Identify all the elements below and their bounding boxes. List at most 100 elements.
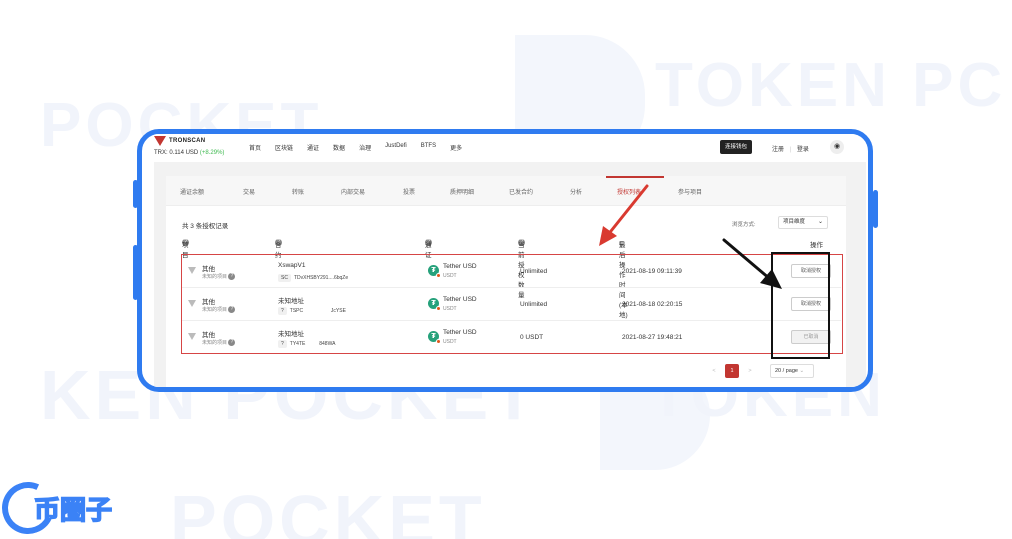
tron-badge-icon — [436, 339, 441, 344]
approval-amount: 0 USDT — [520, 334, 544, 341]
trx-price: TRX: 0.114 USD (+8.29%) — [154, 150, 224, 156]
brand-logo: 币圈子 — [0, 474, 113, 539]
approval-count: 共 3 条授权记录 — [182, 223, 229, 230]
nav-item-governance[interactable]: 治理 — [359, 143, 371, 152]
last-operation-time: 2021-08-18 02:20:15 — [622, 301, 683, 308]
nav-item-btfs[interactable]: BTFS — [421, 143, 436, 152]
view-mode-value: 项目维度 — [783, 219, 806, 225]
token-name[interactable]: Tether USD — [443, 329, 477, 336]
approval-amount: Unlimited — [520, 301, 548, 308]
tron-badge-icon — [436, 306, 441, 311]
address-tag: ? — [278, 306, 287, 315]
table-row: 其他 未知的项目 ? 未知地址 ? TY4TE 848WA ₮ Tether U… — [182, 321, 841, 354]
address-tag: ? — [278, 339, 287, 348]
project-sub-label: 未知的项目 — [202, 307, 228, 313]
top-navigation: TRONSCAN TRX: 0.114 USD (+8.29%) 首页 区块链 … — [154, 134, 866, 162]
page-size-value: 20 / page — [775, 368, 798, 374]
last-operation-time: 2021-08-19 09:11:39 — [622, 268, 682, 275]
auth-links: 注册 | 登录 — [772, 144, 809, 153]
token-symbol: USDT — [443, 306, 457, 312]
main-nav: 首页 区块链 通证 数据 治理 JustDefi BTFS 更多 — [249, 143, 476, 152]
project-icon — [188, 267, 196, 274]
tronscan-logo[interactable]: TRONSCAN — [154, 136, 205, 146]
contract-name[interactable]: XswapV1 — [278, 262, 305, 269]
project-name: 其他 — [202, 266, 215, 273]
tab-contracts[interactable]: 已发合约 — [509, 187, 533, 196]
contract-name[interactable]: 未知地址 — [278, 328, 304, 338]
view-mode-select[interactable]: 项目维度 ⌄ — [778, 216, 828, 229]
tab-token-balance[interactable]: 通证余额 — [180, 187, 204, 196]
last-operation-time: 2021-08-27 19:48:21 — [622, 334, 683, 341]
account-card: 通证余额 交易 转账 内部交易 投票 质押明细 已发合约 分析 授权列表 参与项… — [166, 176, 846, 387]
auth-divider: | — [789, 147, 792, 153]
pagination-next-button[interactable]: > — [744, 364, 756, 378]
contract-address[interactable]: ? TY4TE 848WA — [278, 339, 335, 348]
tab-stake-details[interactable]: 质押明细 — [450, 187, 474, 196]
table-row: 其他 未知的项目 ? XswapV1 SC TDvXHSBY291....6bq… — [182, 255, 841, 288]
connect-wallet-button[interactable]: 连接钱包 — [720, 140, 753, 154]
project-icon — [188, 333, 196, 340]
calendar-icon[interactable]: ⊏ — [619, 239, 624, 247]
action-column-highlight — [771, 252, 830, 359]
token-symbol: USDT — [443, 273, 457, 279]
pagination-prev-button[interactable]: < — [708, 364, 720, 378]
page-size-select[interactable]: 20 / page ⌄ — [770, 364, 814, 378]
token-name[interactable]: Tether USD — [443, 296, 477, 303]
active-tab-indicator — [606, 176, 664, 178]
tab-analysis[interactable]: 分析 — [570, 187, 582, 196]
project-icon — [188, 300, 196, 307]
address-text: TSPC JcYSE — [289, 307, 346, 314]
chevron-down-icon: ⌄ — [799, 368, 805, 374]
address-tag: SC — [278, 273, 291, 282]
project-sub: 未知的项目 ? — [202, 273, 237, 281]
language-icon[interactable]: ◉ — [830, 140, 844, 154]
tron-badge-icon — [436, 273, 441, 278]
help-icon[interactable]: ? — [228, 339, 236, 347]
contract-name[interactable]: 未知地址 — [278, 295, 304, 305]
tab-projects[interactable]: 参与项目 — [678, 187, 702, 196]
tronscan-screen: TRONSCAN TRX: 0.114 USD (+8.29%) 首页 区块链 … — [154, 134, 866, 387]
token-name[interactable]: Tether USD — [443, 263, 477, 270]
login-link[interactable]: 登录 — [797, 147, 809, 153]
tron-logo-icon — [154, 136, 166, 146]
tab-approvals[interactable]: 授权列表 — [617, 187, 641, 196]
nav-item-justdefi[interactable]: JustDefi — [385, 143, 407, 152]
project-name: 其他 — [202, 332, 215, 339]
nav-item-data[interactable]: 数据 — [333, 143, 345, 152]
view-mode-label: 浏览方式: — [732, 222, 756, 228]
device-side-button — [873, 190, 878, 228]
pagination-page-1[interactable]: 1 — [725, 364, 739, 378]
contract-address[interactable]: ? TSPC JcYSE — [278, 306, 346, 315]
trx-price-value: TRX: 0.114 USD — [154, 150, 199, 156]
project-sub: 未知的项目 ? — [202, 306, 237, 314]
tab-internal-transactions[interactable]: 内部交易 — [341, 187, 365, 196]
nav-item-tokens[interactable]: 通证 — [307, 143, 319, 152]
logo-text: TRONSCAN — [169, 138, 206, 144]
nav-item-home[interactable]: 首页 — [249, 143, 261, 152]
device-frame: TRONSCAN TRX: 0.114 USD (+8.29%) 首页 区块链 … — [137, 129, 873, 392]
column-action: 操作 — [810, 242, 823, 249]
approval-amount: Unlimited — [520, 268, 548, 275]
help-icon[interactable]: ? — [228, 306, 236, 314]
address-text: TY4TE 848WA — [289, 340, 336, 347]
help-icon[interactable]: ? — [228, 273, 236, 281]
brand-ring-icon — [0, 474, 62, 539]
address-text: TDvXHSBY291....6bqZe — [293, 274, 349, 281]
contract-address[interactable]: SC TDvXHSBY291....6bqZe — [278, 273, 348, 282]
tab-transfers[interactable]: 转账 — [292, 187, 304, 196]
tab-transactions[interactable]: 交易 — [243, 187, 255, 196]
register-link[interactable]: 注册 — [772, 147, 784, 153]
project-sub-label: 未知的项目 — [202, 340, 228, 346]
nav-item-blockchain[interactable]: 区块链 — [275, 143, 293, 152]
token-symbol: USDT — [443, 339, 457, 345]
table-row: 其他 未知的项目 ? 未知地址 ? TSPC JcYSE ₮ Tether US… — [182, 288, 841, 321]
account-tabs: 通证余额 交易 转账 内部交易 投票 质押明细 已发合约 分析 授权列表 参与项… — [166, 176, 846, 206]
watermark-text: TOKEN PC — [655, 51, 1007, 120]
trx-price-change: (+8.29%) — [199, 150, 225, 156]
tab-votes[interactable]: 投票 — [403, 187, 415, 196]
project-sub-label: 未知的项目 — [202, 274, 228, 280]
nav-item-more[interactable]: 更多 — [450, 143, 462, 152]
approval-table-body: 其他 未知的项目 ? XswapV1 SC TDvXHSBY291....6bq… — [181, 254, 843, 354]
table-header: ? 项目 ? 合约 ? 通证 ? 当前授权数量 最后操作时间(本地) ⊏ 操作 — [182, 239, 828, 319]
project-sub: 未知的项目 ? — [202, 339, 237, 347]
